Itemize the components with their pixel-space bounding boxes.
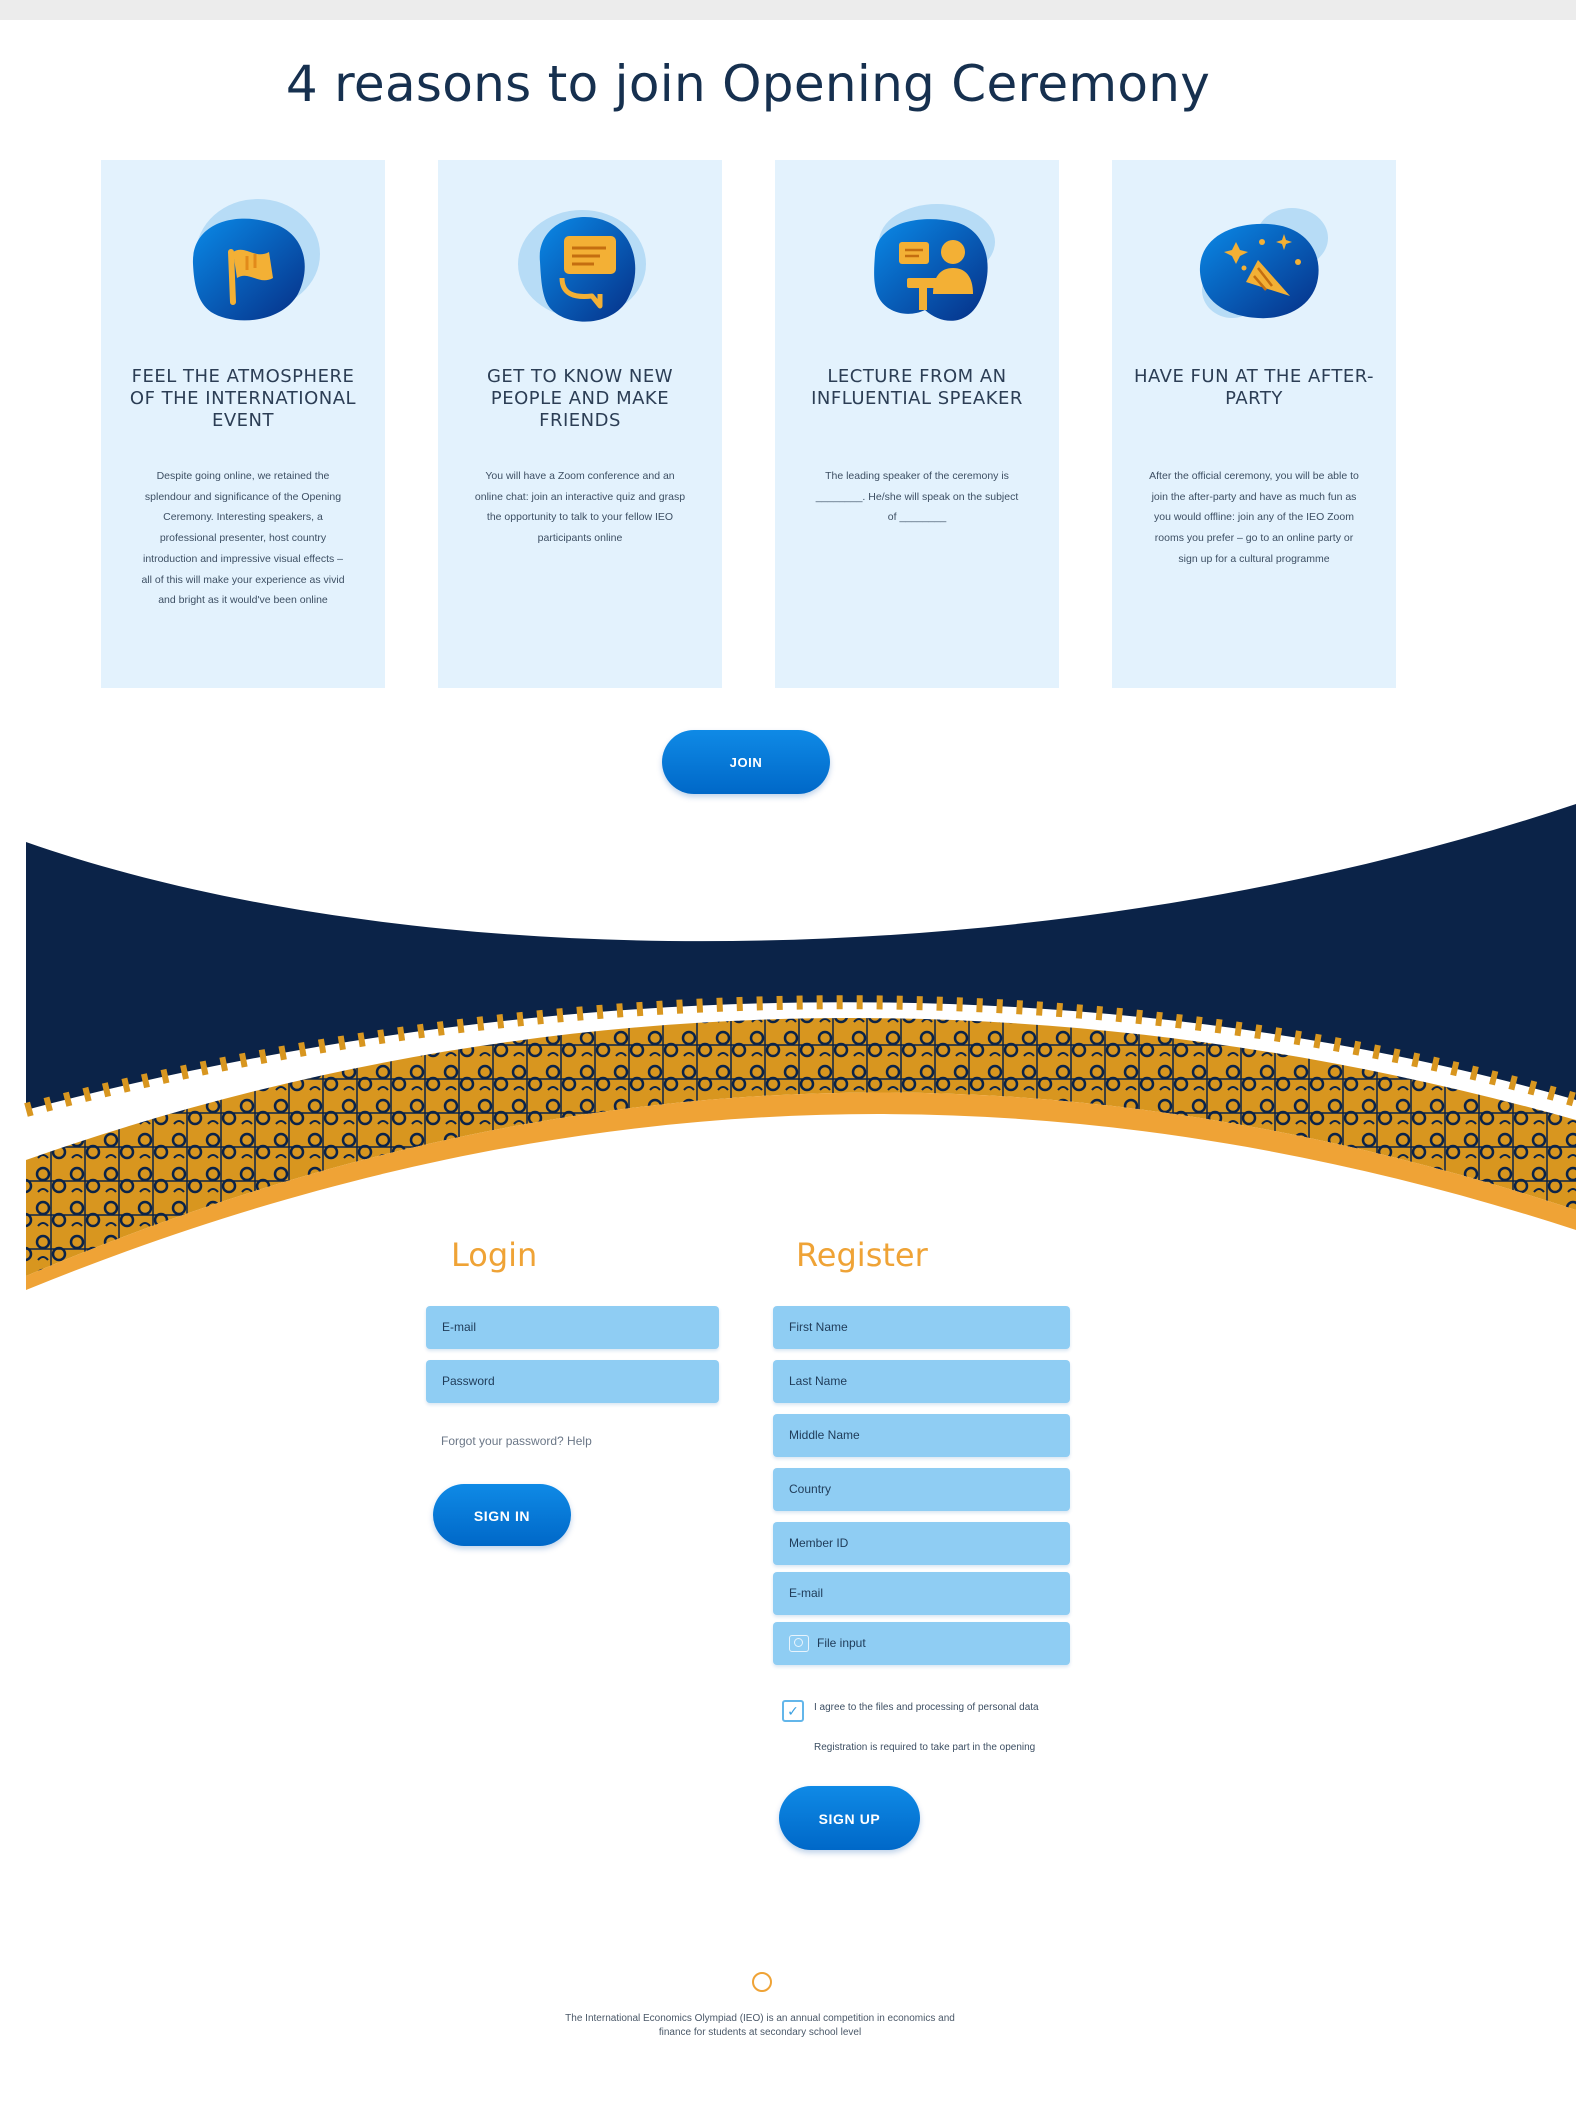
card-description: Despite going online, we retained the sp…	[141, 470, 345, 607]
reason-card-speaker: LECTURE FROM AN INFLUENTIAL SPEAKER The …	[775, 160, 1059, 688]
registration-note: Registration is required to take part in…	[814, 1742, 1036, 1753]
agree-label: I agree to the files and processing of p…	[814, 1702, 1039, 1713]
sign-in-button[interactable]: SIGN IN	[433, 1484, 571, 1546]
forgot-password-link[interactable]: Forgot your password? Help	[441, 1434, 592, 1448]
file-input[interactable]: File input	[773, 1622, 1070, 1665]
page-title: 4 reasons to join Opening Ceremony	[285, 55, 1211, 113]
reason-card-afterparty: HAVE FUN AT THE AFTER-PARTY After the of…	[1112, 160, 1396, 688]
join-button[interactable]: JOIN	[662, 730, 830, 794]
card-description: You will have a Zoom conference and an o…	[474, 470, 686, 545]
reason-card-friends: GET TO KNOW NEW PEOPLE AND MAKE FRIENDS …	[438, 160, 722, 688]
agree-checkbox[interactable]: ✓	[782, 1700, 804, 1722]
sign-up-button[interactable]: SIGN UP	[779, 1786, 920, 1850]
member-id-field[interactable]: Member ID	[773, 1522, 1070, 1565]
camera-icon	[789, 1635, 809, 1653]
footer-logo-icon	[752, 1972, 772, 1992]
password-field[interactable]: Password	[426, 1360, 719, 1403]
middle-name-field[interactable]: Middle Name	[773, 1414, 1070, 1457]
country-field[interactable]: Country	[773, 1468, 1070, 1511]
card-description: The leading speaker of the ceremony is _…	[815, 470, 1019, 524]
register-title: Register	[796, 1236, 928, 1274]
reason-card-atmosphere: FEEL THE ATMOSPHERE OF THE INTERNATIONAL…	[101, 160, 385, 688]
footer-text: The International Economics Olympiad (IE…	[565, 2013, 955, 2038]
chat-icon	[518, 210, 646, 322]
card-description: After the official ceremony, you will be…	[1149, 470, 1359, 565]
file-input-label: File input	[817, 1636, 866, 1650]
party-popper-icon	[1199, 208, 1328, 319]
first-name-field[interactable]: First Name	[773, 1306, 1070, 1349]
flag-icon	[192, 199, 320, 321]
card-heading: GET TO KNOW NEW PEOPLE AND MAKE FRIENDS	[486, 366, 673, 431]
card-heading: FEEL THE ATMOSPHERE OF THE INTERNATIONAL…	[129, 366, 357, 431]
last-name-field[interactable]: Last Name	[773, 1360, 1070, 1403]
browser-top-bar	[0, 0, 1576, 20]
register-email-field[interactable]: E-mail	[773, 1572, 1070, 1615]
login-title: Login	[451, 1236, 538, 1274]
ornamental-banner	[24, 804, 1576, 1290]
email-field[interactable]: E-mail	[426, 1306, 719, 1349]
card-heading: HAVE FUN AT THE AFTER-PARTY	[1133, 366, 1375, 409]
speaker-icon	[874, 204, 995, 321]
card-heading: LECTURE FROM AN INFLUENTIAL SPEAKER	[811, 366, 1023, 409]
